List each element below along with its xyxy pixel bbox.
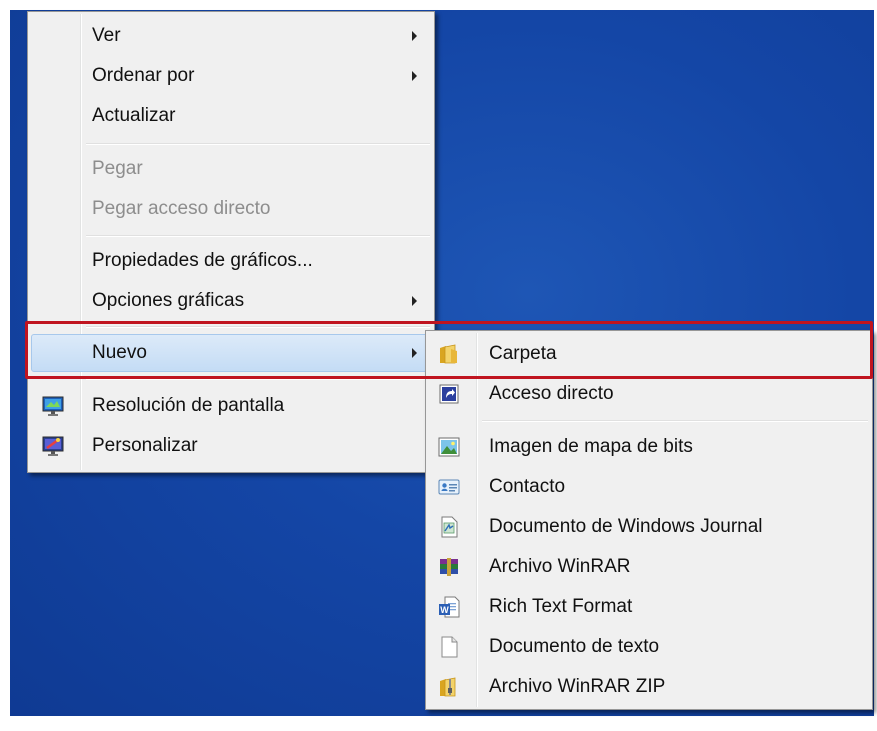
menu-separator: [86, 235, 430, 237]
menu-item-label: Ver: [92, 25, 121, 46]
shortcut-icon: [439, 384, 459, 404]
winrar-icon: [440, 558, 458, 576]
zip-archive-icon: [440, 677, 456, 697]
submenu-item-acceso-directo[interactable]: Acceso directo: [429, 375, 869, 413]
svg-text:W: W: [440, 605, 449, 615]
text-document-icon: [441, 636, 458, 658]
menu-item-nuevo[interactable]: Nuevo: [31, 334, 431, 372]
menu-item-ver[interactable]: Ver: [31, 17, 431, 55]
submenu-arrow-icon: [412, 31, 417, 41]
submenu-item-windows-journal[interactable]: Documento de Windows Journal: [429, 508, 869, 546]
submenu-arrow-icon: [412, 71, 417, 81]
submenu-item-label: Contacto: [489, 476, 566, 497]
submenu-item-label: Imagen de mapa de bits: [489, 436, 693, 457]
menu-item-label: Propiedades de gráficos...: [92, 250, 313, 271]
menu-item-ordenar-por[interactable]: Ordenar por: [31, 57, 431, 95]
personalize-icon: [42, 436, 64, 456]
submenu-item-label: Documento de texto: [489, 636, 660, 657]
submenu-item-contacto[interactable]: Contacto: [429, 468, 869, 506]
desktop-context-menu: Ver Ordenar por Actualizar Pegar Pegar a…: [27, 11, 435, 473]
menu-item-label: Ordenar por: [92, 65, 195, 86]
submenu-item-label: Rich Text Format: [489, 596, 633, 617]
menu-item-personalizar[interactable]: Personalizar: [31, 427, 431, 465]
submenu-item-rich-text-format[interactable]: W Rich Text Format: [429, 588, 869, 626]
word-document-icon: W: [439, 596, 460, 618]
submenu-arrow-icon: [412, 348, 417, 358]
menu-item-label: Pegar acceso directo: [92, 198, 271, 219]
submenu-separator: [482, 420, 868, 422]
menu-separator: [86, 326, 430, 328]
submenu-item-label: Documento de Windows Journal: [489, 516, 763, 537]
submenu-item-imagen-mapa-bits[interactable]: Imagen de mapa de bits: [429, 428, 869, 466]
submenu-item-label: Acceso directo: [489, 383, 614, 404]
folder-icon: [440, 344, 457, 364]
submenu-item-label: Archivo WinRAR ZIP: [489, 676, 666, 697]
menu-item-label: Nuevo: [92, 342, 147, 363]
menu-item-resolucion-pantalla[interactable]: Resolución de pantalla: [31, 387, 431, 425]
menu-item-pegar-acceso-directo[interactable]: Pegar acceso directo: [31, 190, 431, 228]
menu-separator: [86, 378, 430, 380]
journal-icon: [441, 516, 458, 538]
display-settings-icon: [42, 396, 64, 416]
menu-item-label: Opciones gráficas: [92, 290, 245, 311]
menu-item-label: Pegar: [92, 158, 143, 179]
contact-icon: [438, 479, 460, 495]
menu-separator: [86, 143, 430, 145]
menu-item-label: Actualizar: [92, 105, 176, 126]
submenu-arrow-icon: [412, 296, 417, 306]
submenu-item-label: Carpeta: [489, 343, 557, 364]
submenu-item-archivo-winrar-zip[interactable]: Archivo WinRAR ZIP: [429, 668, 869, 706]
bitmap-image-icon: [438, 437, 460, 457]
menu-item-actualizar[interactable]: Actualizar: [31, 97, 431, 135]
submenu-item-documento-texto[interactable]: Documento de texto: [429, 628, 869, 666]
menu-item-label: Personalizar: [92, 435, 198, 456]
menu-item-label: Resolución de pantalla: [92, 395, 285, 416]
menu-item-pegar[interactable]: Pegar: [31, 150, 431, 188]
menu-item-opciones-graficas[interactable]: Opciones gráficas: [31, 282, 431, 320]
submenu-item-archivo-winrar[interactable]: Archivo WinRAR: [429, 548, 869, 586]
new-submenu: Carpeta Acceso directo Imagen de mapa de…: [425, 330, 873, 710]
submenu-item-label: Archivo WinRAR: [489, 556, 631, 577]
menu-item-propiedades-graficos[interactable]: Propiedades de gráficos...: [31, 242, 431, 280]
submenu-item-carpeta[interactable]: Carpeta: [429, 335, 869, 373]
